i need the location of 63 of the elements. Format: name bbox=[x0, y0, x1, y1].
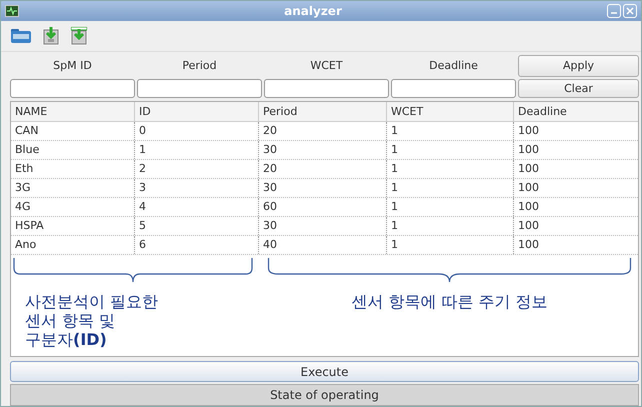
column-header[interactable]: Deadline bbox=[513, 102, 638, 121]
column-header[interactable]: NAME bbox=[11, 102, 134, 121]
close-button[interactable] bbox=[623, 4, 637, 18]
column-header[interactable]: Period bbox=[258, 102, 386, 121]
input-field[interactable] bbox=[10, 78, 135, 98]
table-cell: 40 bbox=[258, 236, 386, 254]
table-cell: 100 bbox=[513, 236, 638, 254]
table-cell: 100 bbox=[513, 178, 638, 197]
field-label: Period bbox=[181, 58, 218, 74]
minimize-button[interactable] bbox=[607, 4, 621, 18]
input-field[interactable] bbox=[264, 78, 389, 98]
table-cell: 1 bbox=[386, 122, 513, 140]
table-cell: 100 bbox=[513, 160, 638, 178]
save-icon[interactable] bbox=[43, 26, 59, 45]
table-cell-text: Ano bbox=[14, 236, 38, 253]
annotation-text: 사전분석이 필요한 센서 항목 및 구분자(ID) bbox=[24, 290, 160, 349]
table-cell: 60 bbox=[258, 198, 386, 216]
minimize-icon bbox=[610, 12, 618, 14]
table-cell-text: CAN bbox=[14, 122, 40, 139]
table-cell: 1 bbox=[386, 140, 513, 159]
field-label: WCET bbox=[309, 58, 344, 74]
table-cell: 1 bbox=[386, 178, 513, 197]
table-cell-text: Blue bbox=[14, 142, 40, 158]
clear-button[interactable]: Clear bbox=[518, 78, 639, 98]
table-cell: 20 bbox=[258, 122, 386, 140]
table-cell-text: HSPA bbox=[14, 218, 45, 234]
annotation-text: 센서 항목에 따른 주기 정보 bbox=[350, 290, 549, 311]
table-cell: 30 bbox=[258, 216, 386, 235]
table-cell: 4 bbox=[134, 198, 258, 216]
table-cell: 1 bbox=[134, 140, 258, 159]
table-cell: 1 bbox=[386, 198, 513, 216]
status-bar: State of operating bbox=[10, 384, 639, 406]
window-title: analyzer bbox=[283, 4, 343, 18]
apply-button[interactable]: Apply bbox=[518, 54, 639, 77]
column-header[interactable]: ID bbox=[134, 102, 258, 121]
table-cell: 100 bbox=[513, 122, 638, 140]
table-cell: 100 bbox=[513, 216, 638, 235]
table-cell: 30 bbox=[258, 178, 386, 197]
table-cell: 0 bbox=[134, 122, 258, 140]
table-cell-text: Eth bbox=[14, 160, 34, 177]
column-header[interactable]: WCET bbox=[386, 102, 513, 121]
table-cell: 1 bbox=[386, 236, 513, 254]
table-cell: 20 bbox=[258, 160, 386, 178]
execute-button[interactable]: Execute bbox=[10, 361, 639, 382]
monitor-icon bbox=[5, 4, 19, 17]
table-cell: 100 bbox=[513, 198, 638, 216]
table-cell-text: 3G bbox=[14, 180, 32, 196]
input-field[interactable] bbox=[137, 78, 262, 98]
field-label: Deadline bbox=[428, 58, 479, 74]
table-cell-text: 4G bbox=[14, 198, 32, 215]
field-label: SpM ID bbox=[52, 58, 93, 74]
table-cell: 3 bbox=[134, 178, 258, 197]
table-cell: 30 bbox=[258, 140, 386, 159]
table-cell: 100 bbox=[513, 140, 638, 159]
table-cell: 5 bbox=[134, 216, 258, 235]
save-all-icon[interactable] bbox=[71, 26, 87, 45]
table-cell: 6 bbox=[134, 236, 258, 254]
close-icon bbox=[626, 6, 634, 15]
table-cell: 2 bbox=[134, 160, 258, 178]
input-field[interactable] bbox=[391, 78, 516, 98]
folder-icon[interactable] bbox=[11, 28, 31, 43]
table-cell: 1 bbox=[386, 216, 513, 235]
table-cell: 1 bbox=[386, 160, 513, 178]
